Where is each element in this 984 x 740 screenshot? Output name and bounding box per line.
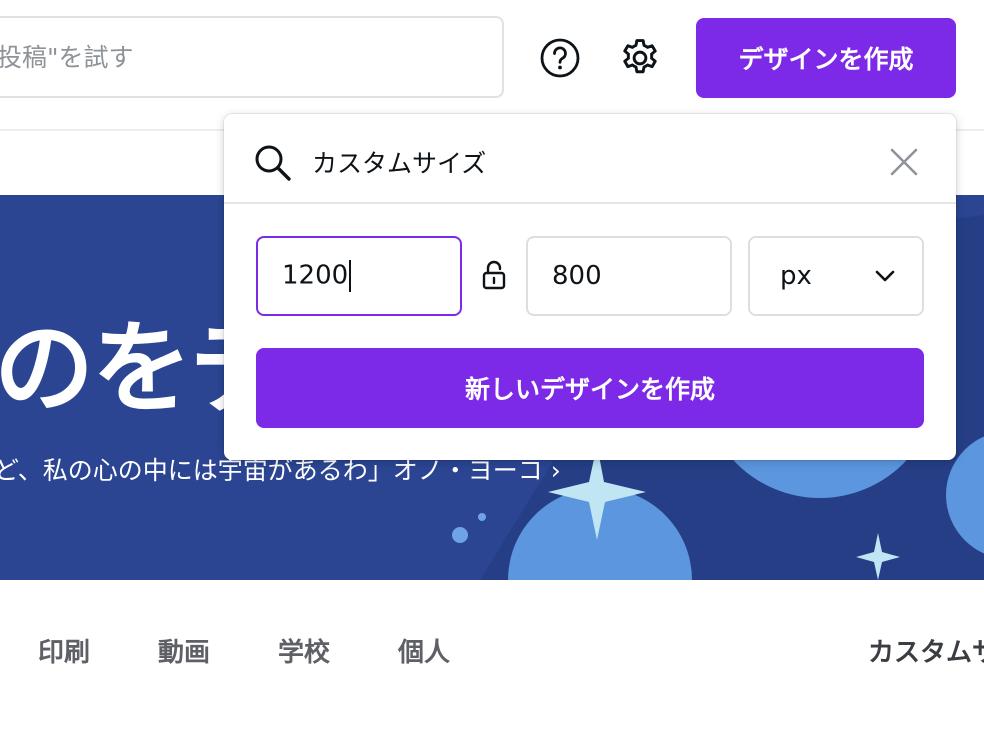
category-tab-custom-size[interactable]: カスタムサ: [868, 632, 984, 669]
category-tab-school[interactable]: 学校: [278, 632, 330, 669]
new-design-button[interactable]: 新しいデザインを作成: [256, 348, 924, 428]
category-tab-print[interactable]: 印刷: [38, 632, 90, 669]
category-tab-video[interactable]: 動画: [158, 632, 210, 669]
gear-icon: [623, 39, 657, 74]
popup-search-query[interactable]: カスタムサイズ: [312, 144, 486, 180]
help-button[interactable]: [538, 34, 582, 82]
chevron-down-icon: [875, 270, 895, 282]
text-caret: [349, 260, 352, 292]
custom-size-popup: カスタムサイズ 1200 800 px 新しいデザインを作成: [224, 114, 956, 460]
search-bar[interactable]: [0, 16, 504, 98]
search-icon: [255, 145, 291, 181]
help-circle-icon: [540, 38, 580, 78]
height-value: 800: [552, 261, 602, 291]
popup-divider: [224, 202, 956, 204]
category-tab-personal[interactable]: 個人: [398, 632, 450, 669]
unit-select[interactable]: px: [748, 236, 924, 316]
unit-value: px: [780, 261, 812, 291]
width-input[interactable]: 1200: [256, 236, 462, 316]
width-value: 1200: [282, 260, 349, 291]
create-design-button[interactable]: デザインを作成: [696, 18, 956, 98]
search-input[interactable]: [0, 18, 502, 96]
close-icon[interactable]: [888, 146, 920, 178]
unlock-icon[interactable]: [480, 258, 508, 292]
height-input[interactable]: 800: [526, 236, 732, 316]
settings-button[interactable]: [618, 34, 662, 82]
